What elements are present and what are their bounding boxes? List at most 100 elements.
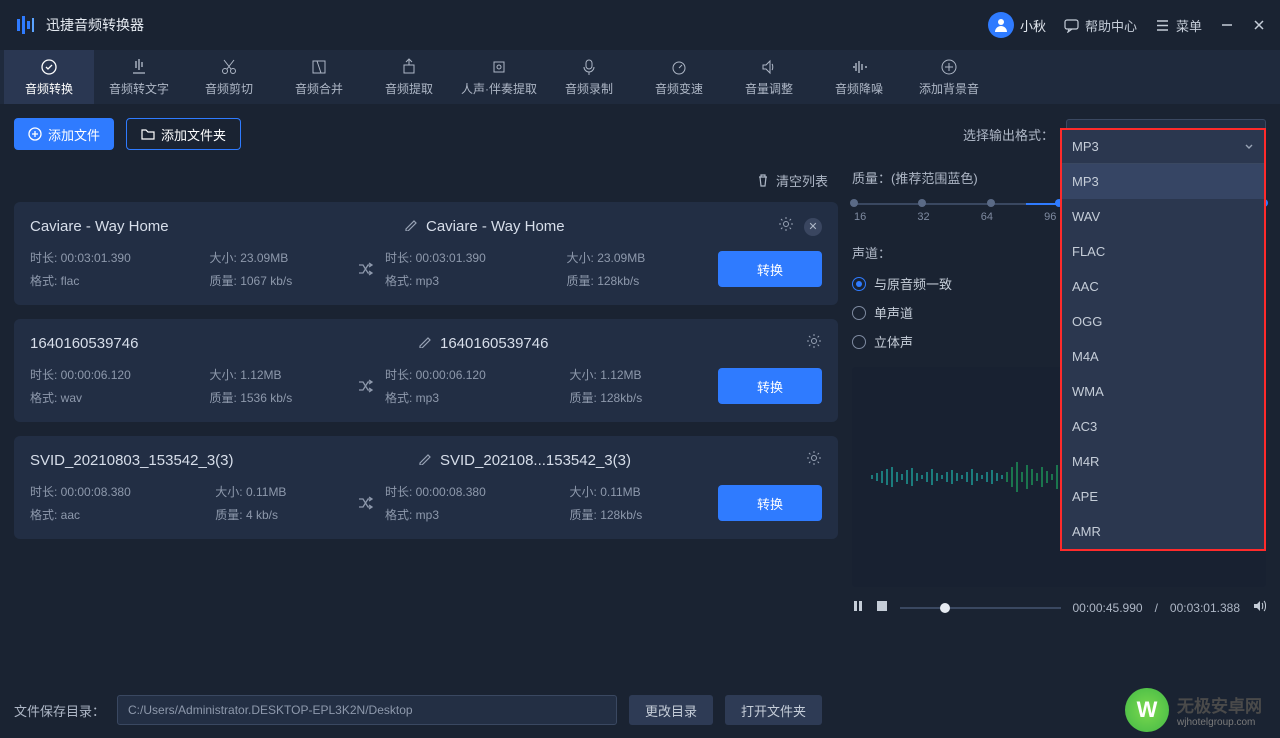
file-name: 1640160539746 (30, 335, 418, 352)
output-meta: 时长: 00:00:06.120大小: 1.12MB 格式: mp3质量: 12… (385, 366, 700, 406)
tab-denoise[interactable]: 音频降噪 (814, 50, 904, 104)
convert-icon (40, 58, 58, 76)
user-section[interactable]: 小秋 (988, 12, 1046, 38)
tab-speed[interactable]: 音频变速 (634, 50, 724, 104)
stop-button[interactable] (876, 600, 888, 615)
format-dropdown: MP3 MP3WAVFLACAACOGGM4AWMAAC3M4RAPEAMR (1060, 128, 1266, 551)
extract-icon (400, 58, 418, 76)
tab-cut[interactable]: 音频剪切 (184, 50, 274, 104)
output-format-label: 选择输出格式： (963, 125, 1054, 144)
hamburger-icon (1155, 18, 1170, 33)
avatar-icon (988, 12, 1014, 38)
format-option[interactable]: AMR (1062, 514, 1264, 549)
user-name: 小秋 (1020, 16, 1046, 35)
time-total: 00:03:01.388 (1170, 601, 1240, 615)
change-dir-button[interactable]: 更改目录 (629, 695, 713, 725)
save-dir-label: 文件保存目录： (14, 701, 105, 720)
file-list-pane: 清空列表 Caviare - Way Home Caviare - Way Ho… (14, 164, 838, 682)
pause-button[interactable] (852, 600, 864, 615)
swap-icon[interactable] (345, 377, 385, 395)
format-option[interactable]: AAC (1062, 269, 1264, 304)
radio-icon (852, 277, 866, 291)
file-name: Caviare - Way Home (30, 218, 404, 235)
tab-mic[interactable]: 音频录制 (544, 50, 634, 104)
convert-button[interactable]: 转换 (718, 485, 822, 521)
convert-button[interactable]: 转换 (718, 251, 822, 287)
audio-player: 00:00:45.990 / 00:03:01.388 (852, 599, 1266, 616)
tab-voice[interactable]: 人声·伴奏提取 (454, 50, 544, 104)
menu-button[interactable]: 菜单 (1155, 16, 1202, 35)
remove-icon[interactable]: ✕ (804, 218, 822, 236)
plus-circle-icon (28, 127, 42, 141)
input-meta: 时长: 00:03:01.390大小: 23.09MB 格式: flac质量: … (30, 249, 345, 289)
help-center-button[interactable]: 帮助中心 (1064, 16, 1137, 35)
open-folder-button[interactable]: 打开文件夹 (725, 695, 822, 725)
file-name: SVID_20210803_153542_3(3) (30, 452, 418, 469)
tab-volume[interactable]: 音量调整 (724, 50, 814, 104)
progress-bar[interactable] (900, 607, 1061, 609)
radio-icon (852, 306, 866, 320)
format-option[interactable]: FLAC (1062, 234, 1264, 269)
minimize-button[interactable] (1220, 18, 1234, 32)
tab-convert[interactable]: 音频转换 (4, 50, 94, 104)
output-meta: 时长: 00:03:01.390大小: 23.09MB 格式: mp3质量: 1… (385, 249, 700, 289)
tab-extract[interactable]: 音频提取 (364, 50, 454, 104)
tab-speech[interactable]: 音频转文字 (94, 50, 184, 104)
logo-icon (14, 14, 36, 36)
format-option[interactable]: MP3 (1062, 164, 1264, 199)
denoise-icon (850, 58, 868, 76)
app-logo: 迅捷音频转换器 (14, 14, 144, 36)
volume-icon (760, 58, 778, 76)
footer: 文件保存目录： C:/Users/Administrator.DESKTOP-E… (0, 682, 1280, 738)
voice-icon (490, 58, 508, 76)
input-meta: 时长: 00:00:08.380大小: 0.11MB 格式: aac质量: 4 … (30, 483, 345, 523)
settings-icon[interactable] (806, 450, 822, 471)
speech-icon (130, 58, 148, 76)
format-option[interactable]: AC3 (1062, 409, 1264, 444)
clear-list-button[interactable]: 清空列表 (14, 164, 838, 196)
speed-icon (670, 58, 688, 76)
edit-icon[interactable] (418, 334, 432, 353)
chevron-down-icon (1244, 142, 1254, 152)
format-option[interactable]: WAV (1062, 199, 1264, 234)
settings-icon[interactable] (806, 333, 822, 354)
edit-icon[interactable] (404, 217, 418, 236)
format-option[interactable]: OGG (1062, 304, 1264, 339)
output-name: 1640160539746 (440, 335, 548, 352)
format-option[interactable]: WMA (1062, 374, 1264, 409)
watermark-logo-icon: W (1125, 688, 1169, 732)
file-card: SVID_20210803_153542_3(3) SVID_202108...… (14, 436, 838, 539)
convert-button[interactable]: 转换 (718, 368, 822, 404)
add-file-button[interactable]: 添加文件 (14, 118, 114, 150)
add-folder-button[interactable]: 添加文件夹 (126, 118, 241, 150)
output-meta: 时长: 00:00:08.380大小: 0.11MB 格式: mp3质量: 12… (385, 483, 700, 523)
format-option[interactable]: M4R (1062, 444, 1264, 479)
volume-button[interactable] (1252, 599, 1266, 616)
cut-icon (220, 58, 238, 76)
format-option[interactable]: M4A (1062, 339, 1264, 374)
close-button[interactable] (1252, 18, 1266, 32)
title-bar: 迅捷音频转换器 小秋 帮助中心 菜单 (0, 0, 1280, 50)
output-name: SVID_202108...153542_3(3) (440, 452, 631, 469)
format-option[interactable]: APE (1062, 479, 1264, 514)
chat-icon (1064, 18, 1079, 33)
tab-bgm[interactable]: 添加背景音 (904, 50, 994, 104)
watermark: W 无极安卓网 wjhotelgroup.com (1125, 688, 1262, 732)
quality-tick[interactable] (850, 199, 858, 207)
save-path-input[interactable]: C:/Users/Administrator.DESKTOP-EPL3K2N/D… (117, 695, 617, 725)
settings-icon[interactable] (778, 216, 794, 237)
radio-icon (852, 335, 866, 349)
quality-tick[interactable] (918, 199, 926, 207)
quality-tick[interactable] (987, 199, 995, 207)
edit-icon[interactable] (418, 451, 432, 470)
folder-icon (141, 127, 155, 141)
time-current: 00:00:45.990 (1073, 601, 1143, 615)
bgm-icon (940, 58, 958, 76)
swap-icon[interactable] (345, 494, 385, 512)
swap-icon[interactable] (345, 260, 385, 278)
format-dropdown-selected[interactable]: MP3 (1062, 130, 1264, 164)
file-card: Caviare - Way Home Caviare - Way Home ✕ … (14, 202, 838, 305)
tab-merge[interactable]: 音频合并 (274, 50, 364, 104)
input-meta: 时长: 00:00:06.120大小: 1.12MB 格式: wav质量: 15… (30, 366, 345, 406)
mic-icon (580, 58, 598, 76)
